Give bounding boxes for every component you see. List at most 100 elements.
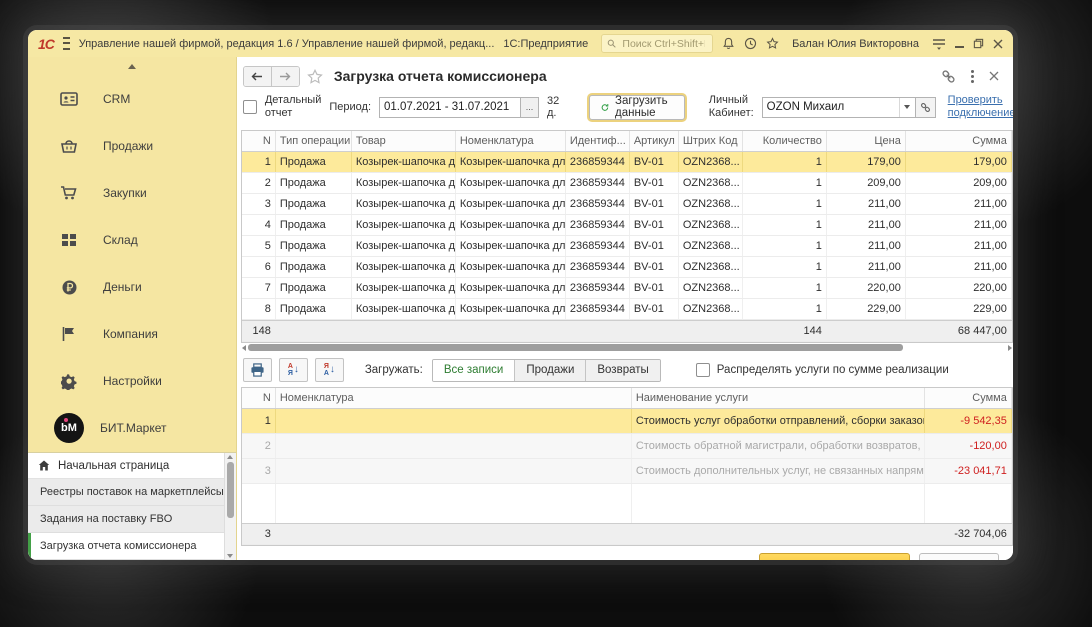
table-cell[interactable]: BV-01 — [630, 257, 679, 277]
table-row[interactable]: 4ПродажаКозырек-шапочка дл...Козырек-шап… — [241, 215, 1012, 236]
close-window-button[interactable] — [993, 36, 1003, 52]
table-cell[interactable]: 1 — [242, 152, 276, 172]
home-page-tab[interactable]: Начальная страница — [28, 453, 224, 480]
table-cell[interactable]: 209,00 — [827, 173, 906, 193]
table-cell[interactable]: N — [242, 131, 276, 151]
table-cell[interactable]: Продажа — [276, 278, 352, 298]
sidebar-collapse-button[interactable] — [28, 57, 236, 75]
table-cell[interactable]: 211,00 — [906, 236, 1012, 256]
table-cell[interactable]: Козырек-шапочка дл... — [352, 215, 456, 235]
table-cell[interactable]: Козырек-шапочка дл... — [456, 173, 566, 193]
table-cell[interactable]: BV-01 — [630, 173, 679, 193]
table-cell[interactable]: Стоимость услуг обработки отправлений, с… — [632, 409, 925, 433]
sidebar-item-settings[interactable]: Настройки — [28, 358, 236, 405]
table-cell[interactable]: Идентиф... — [566, 131, 630, 151]
table-cell[interactable]: BV-01 — [630, 278, 679, 298]
get-link-icon[interactable] — [941, 69, 956, 84]
table-row[interactable]: 1 Стоимость услуг обработки отправлений, … — [241, 409, 1012, 434]
table-cell[interactable]: 236859344 — [566, 215, 630, 235]
table-cell[interactable]: Козырек-шапочка дл... — [456, 278, 566, 298]
cabinet-open-button[interactable] — [914, 97, 935, 117]
table-cell[interactable]: 3 — [241, 459, 276, 483]
table-cell[interactable]: BV-01 — [630, 299, 679, 319]
table-cell[interactable]: Цена — [827, 131, 906, 151]
sidebar-tabs-scrollbar[interactable] — [223, 453, 236, 560]
table-cell[interactable]: Продажа — [276, 173, 352, 193]
table-cell[interactable]: OZN2368... — [679, 152, 743, 172]
table-cell[interactable]: 209,00 — [906, 173, 1012, 193]
table-cell[interactable]: 2 — [241, 434, 276, 458]
table-cell[interactable]: Козырек-шапочка дл... — [456, 215, 566, 235]
filter-returns[interactable]: Возвраты — [586, 359, 660, 381]
filter-all-records[interactable]: Все записи — [432, 359, 516, 381]
scrollbar-thumb[interactable] — [226, 462, 234, 519]
table-cell[interactable]: 236859344 — [566, 173, 630, 193]
table-cell[interactable]: 4 — [242, 215, 276, 235]
cabinet-dropdown-button[interactable] — [898, 97, 915, 117]
table-cell[interactable]: Товар — [352, 131, 456, 151]
table-cell[interactable]: 229,00 — [906, 299, 1012, 319]
sidebar-item-bit-market[interactable]: bM БИТ.Маркет — [28, 405, 236, 452]
search-input[interactable] — [620, 36, 708, 51]
table-row[interactable]: 8ПродажаКозырек-шапочка дл...Козырек-шап… — [241, 299, 1012, 320]
sidebar-item-warehouse[interactable]: Склад — [28, 217, 236, 264]
table-cell[interactable]: BV-01 — [630, 194, 679, 214]
table-cell[interactable]: Наименование услуги — [632, 388, 925, 408]
table-cell[interactable]: 211,00 — [827, 236, 906, 256]
table-cell[interactable]: 236859344 — [566, 194, 630, 214]
check-connection-link[interactable]: Проверить подключение — [948, 94, 1013, 120]
table-cell[interactable]: Козырек-шапочка дл... — [352, 299, 456, 319]
table-cell[interactable]: Продажа — [276, 152, 352, 172]
table-cell[interactable]: 236859344 — [566, 299, 630, 319]
table-cell[interactable]: 220,00 — [906, 278, 1012, 298]
table-cell[interactable]: OZN2368... — [679, 278, 743, 298]
table-cell[interactable]: 1 — [743, 299, 827, 319]
table-cell[interactable]: Козырек-шапочка дл... — [456, 299, 566, 319]
table-cell[interactable] — [276, 409, 632, 433]
table-cell[interactable]: Стоимость обратной магистрали, обработки… — [631, 434, 925, 458]
minimize-button[interactable] — [955, 36, 964, 52]
operations-table-hscrollbar[interactable] — [241, 344, 1013, 351]
table-row[interactable]: 1ПродажаКозырек-шапочка дл...Козырек-шап… — [241, 152, 1012, 173]
table-cell[interactable]: OZN2368... — [679, 299, 743, 319]
sidebar-item-crm[interactable]: CRM — [28, 75, 236, 122]
table-cell[interactable]: Штрих Код — [679, 131, 743, 151]
table-cell[interactable]: Артикул — [630, 131, 679, 151]
table-row[interactable]: 3ПродажаКозырек-шапочка дл...Козырек-шап… — [241, 194, 1012, 215]
table-cell[interactable]: Козырек-шапочка дл... — [352, 152, 456, 172]
table-cell[interactable]: Козырек-шапочка дл... — [456, 236, 566, 256]
filter-sales[interactable]: Продажи — [515, 359, 587, 381]
table-cell[interactable]: 8 — [242, 299, 276, 319]
table-cell[interactable]: 2 — [242, 173, 276, 193]
sidebar-item-company[interactable]: Компания — [28, 311, 236, 358]
table-cell[interactable]: 236859344 — [566, 257, 630, 277]
table-cell[interactable]: Количество — [743, 131, 827, 151]
table-cell[interactable]: 236859344 — [566, 152, 630, 172]
table-cell[interactable]: N — [242, 388, 276, 408]
table-cell[interactable]: 1 — [743, 173, 827, 193]
table-cell[interactable]: Стоимость дополнительных услуг, не связа… — [631, 459, 925, 483]
table-cell[interactable]: Козырек-шапочка дл... — [352, 278, 456, 298]
table-cell[interactable]: -120,00 — [924, 434, 1012, 458]
table-cell[interactable]: 179,00 — [827, 152, 906, 172]
sidebar-item-purchases[interactable]: Закупки — [28, 169, 236, 216]
table-cell[interactable]: Козырек-шапочка дл... — [456, 194, 566, 214]
table-row[interactable]: 3 Стоимость дополнительных услуг, не связ… — [241, 459, 1012, 484]
table-cell[interactable]: Козырек-шапочка дл... — [352, 173, 456, 193]
table-cell[interactable]: 179,00 — [906, 152, 1012, 172]
table-cell[interactable]: Продажа — [276, 236, 352, 256]
table-cell[interactable]: 1 — [743, 278, 827, 298]
sidebar-item-sales[interactable]: Продажи — [28, 122, 236, 169]
table-cell[interactable]: Козырек-шапочка дл... — [456, 257, 566, 277]
favorites-star-icon[interactable] — [766, 36, 779, 52]
table-cell[interactable]: Продажа — [276, 215, 352, 235]
print-button[interactable] — [242, 358, 272, 382]
table-cell[interactable]: 236859344 — [566, 236, 630, 256]
close-button[interactable]: Закрыть — [918, 553, 999, 560]
period-input[interactable] — [380, 97, 520, 117]
favorite-star-icon[interactable] — [307, 68, 323, 84]
main-menu-icon[interactable] — [62, 37, 70, 50]
table-header-row[interactable]: N Тип операции Товар Номенклатура Идентиф...… — [241, 131, 1012, 152]
sidebar-item-money[interactable]: Деньги — [28, 264, 236, 311]
table-cell[interactable]: 211,00 — [827, 215, 906, 235]
